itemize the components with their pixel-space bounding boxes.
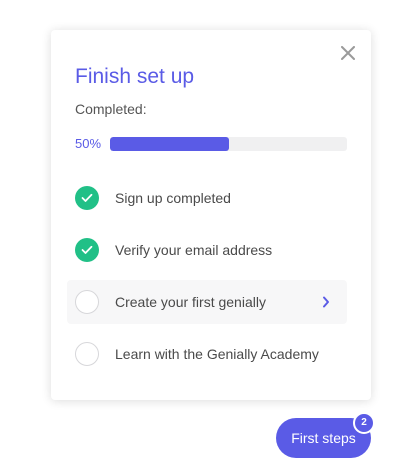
notification-badge: 2 — [353, 412, 375, 434]
progress-bar — [110, 137, 347, 151]
step-status-done — [75, 186, 99, 210]
step-label: Sign up completed — [115, 190, 231, 206]
step-status-pending — [75, 342, 99, 366]
step-label: Verify your email address — [115, 242, 273, 258]
step-label: Create your first genially — [115, 294, 266, 310]
progress-row: 50% — [75, 136, 347, 152]
step-genially-academy[interactable]: Learn with the Genially Academy — [67, 332, 347, 376]
step-label: Learn with the Genially Academy — [115, 346, 319, 362]
chevron-right-icon[interactable] — [321, 294, 331, 310]
close-icon[interactable] — [337, 42, 359, 64]
panel-title: Finish set up — [75, 65, 195, 88]
progress-fill — [110, 137, 229, 151]
progress-percent: 50% — [75, 136, 102, 151]
completed-label: Completed: — [75, 101, 147, 117]
check-icon — [81, 245, 93, 254]
finish-setup-panel: Finish set up Completed: 50% Sign up com… — [51, 30, 371, 400]
step-sign-up[interactable]: Sign up completed — [67, 176, 347, 220]
step-status-pending — [75, 290, 99, 314]
step-verify-email[interactable]: Verify your email address — [67, 228, 347, 272]
check-icon — [81, 193, 93, 202]
step-status-done — [75, 238, 99, 262]
step-create-genially[interactable]: Create your first genially — [67, 280, 347, 324]
